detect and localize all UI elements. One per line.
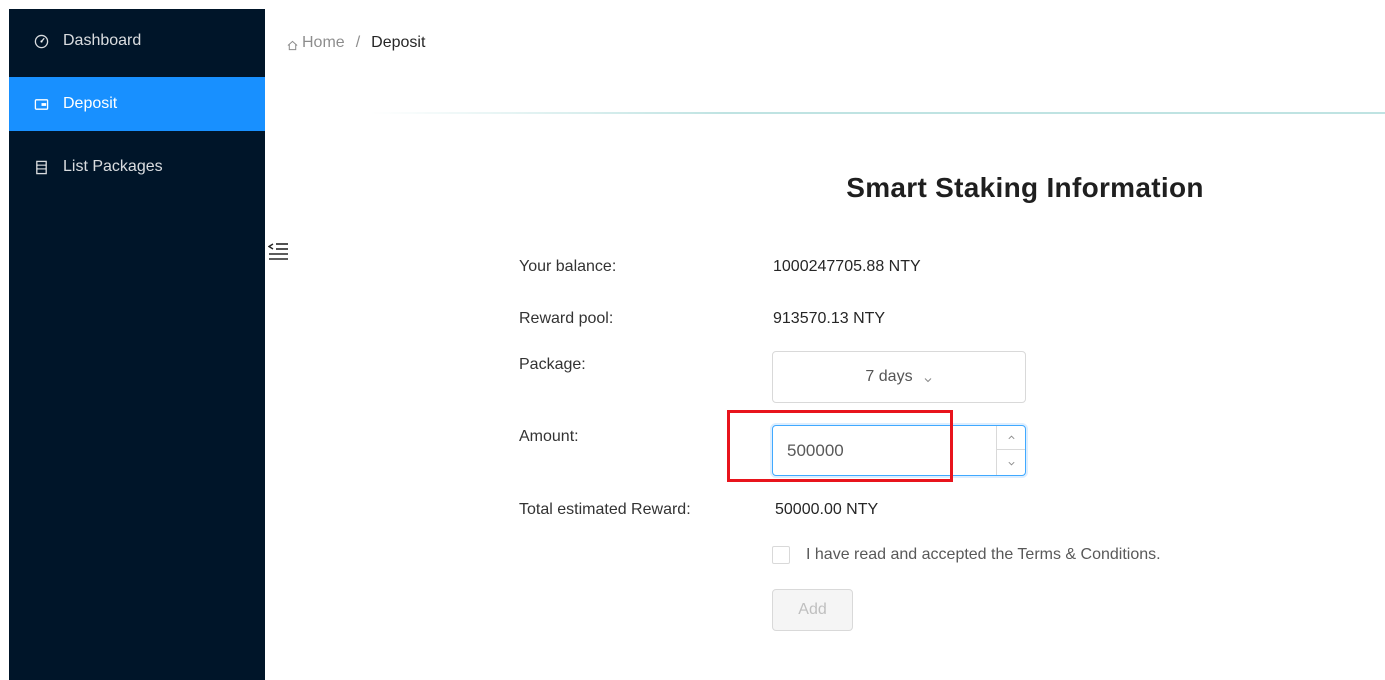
- breadcrumb-current: Deposit: [371, 34, 426, 51]
- terms-checkbox[interactable]: [772, 546, 790, 564]
- breadcrumb-home[interactable]: Home: [287, 34, 345, 52]
- wallet-icon: [33, 96, 49, 112]
- increment-button[interactable]: [997, 426, 1025, 450]
- total-reward-label: Total estimated Reward:: [519, 501, 691, 518]
- home-icon: [287, 38, 298, 50]
- menu-fold-icon[interactable]: [267, 240, 290, 262]
- balance-label: Your balance:: [519, 258, 617, 275]
- decrement-button[interactable]: [997, 451, 1025, 475]
- terms-label[interactable]: I have read and accepted the Terms & Con…: [806, 546, 1161, 564]
- sidebar: Dashboard Deposit List Packages: [9, 9, 265, 680]
- balance-value: 1000247705.88 NTY: [773, 258, 921, 275]
- header-divider: [370, 112, 1385, 114]
- sidebar-item-deposit[interactable]: Deposit: [9, 77, 265, 131]
- sidebar-item-dashboard[interactable]: Dashboard: [9, 14, 265, 68]
- sidebar-item-label: List Packages: [63, 158, 163, 175]
- sidebar-item-label: Deposit: [63, 95, 118, 112]
- chevron-down-icon: [1007, 461, 1015, 465]
- reward-pool-label: Reward pool:: [519, 310, 614, 327]
- package-select-value: 7 days: [865, 368, 913, 385]
- annotation-highlight-box: [727, 410, 953, 482]
- total-reward-value: 50000.00 NTY: [775, 501, 879, 518]
- dashboard-icon: [33, 33, 49, 49]
- sidebar-item-label: Dashboard: [63, 32, 142, 49]
- chevron-up-icon: [1007, 435, 1015, 440]
- reward-pool-value: 913570.13 NTY: [773, 310, 886, 327]
- breadcrumb: Home / Deposit: [287, 34, 425, 52]
- package-label: Package:: [519, 356, 586, 373]
- amount-label: Amount:: [519, 428, 579, 445]
- package-select[interactable]: 7 days: [772, 351, 1026, 403]
- breadcrumb-separator: /: [355, 34, 361, 51]
- chevron-down-icon: [923, 372, 933, 383]
- page-title: Smart Staking Information: [846, 172, 1204, 203]
- add-button[interactable]: Add: [772, 589, 853, 631]
- sidebar-item-list-packages[interactable]: List Packages: [9, 140, 265, 194]
- book-icon: [33, 159, 49, 175]
- stepper-handles: [996, 426, 1025, 475]
